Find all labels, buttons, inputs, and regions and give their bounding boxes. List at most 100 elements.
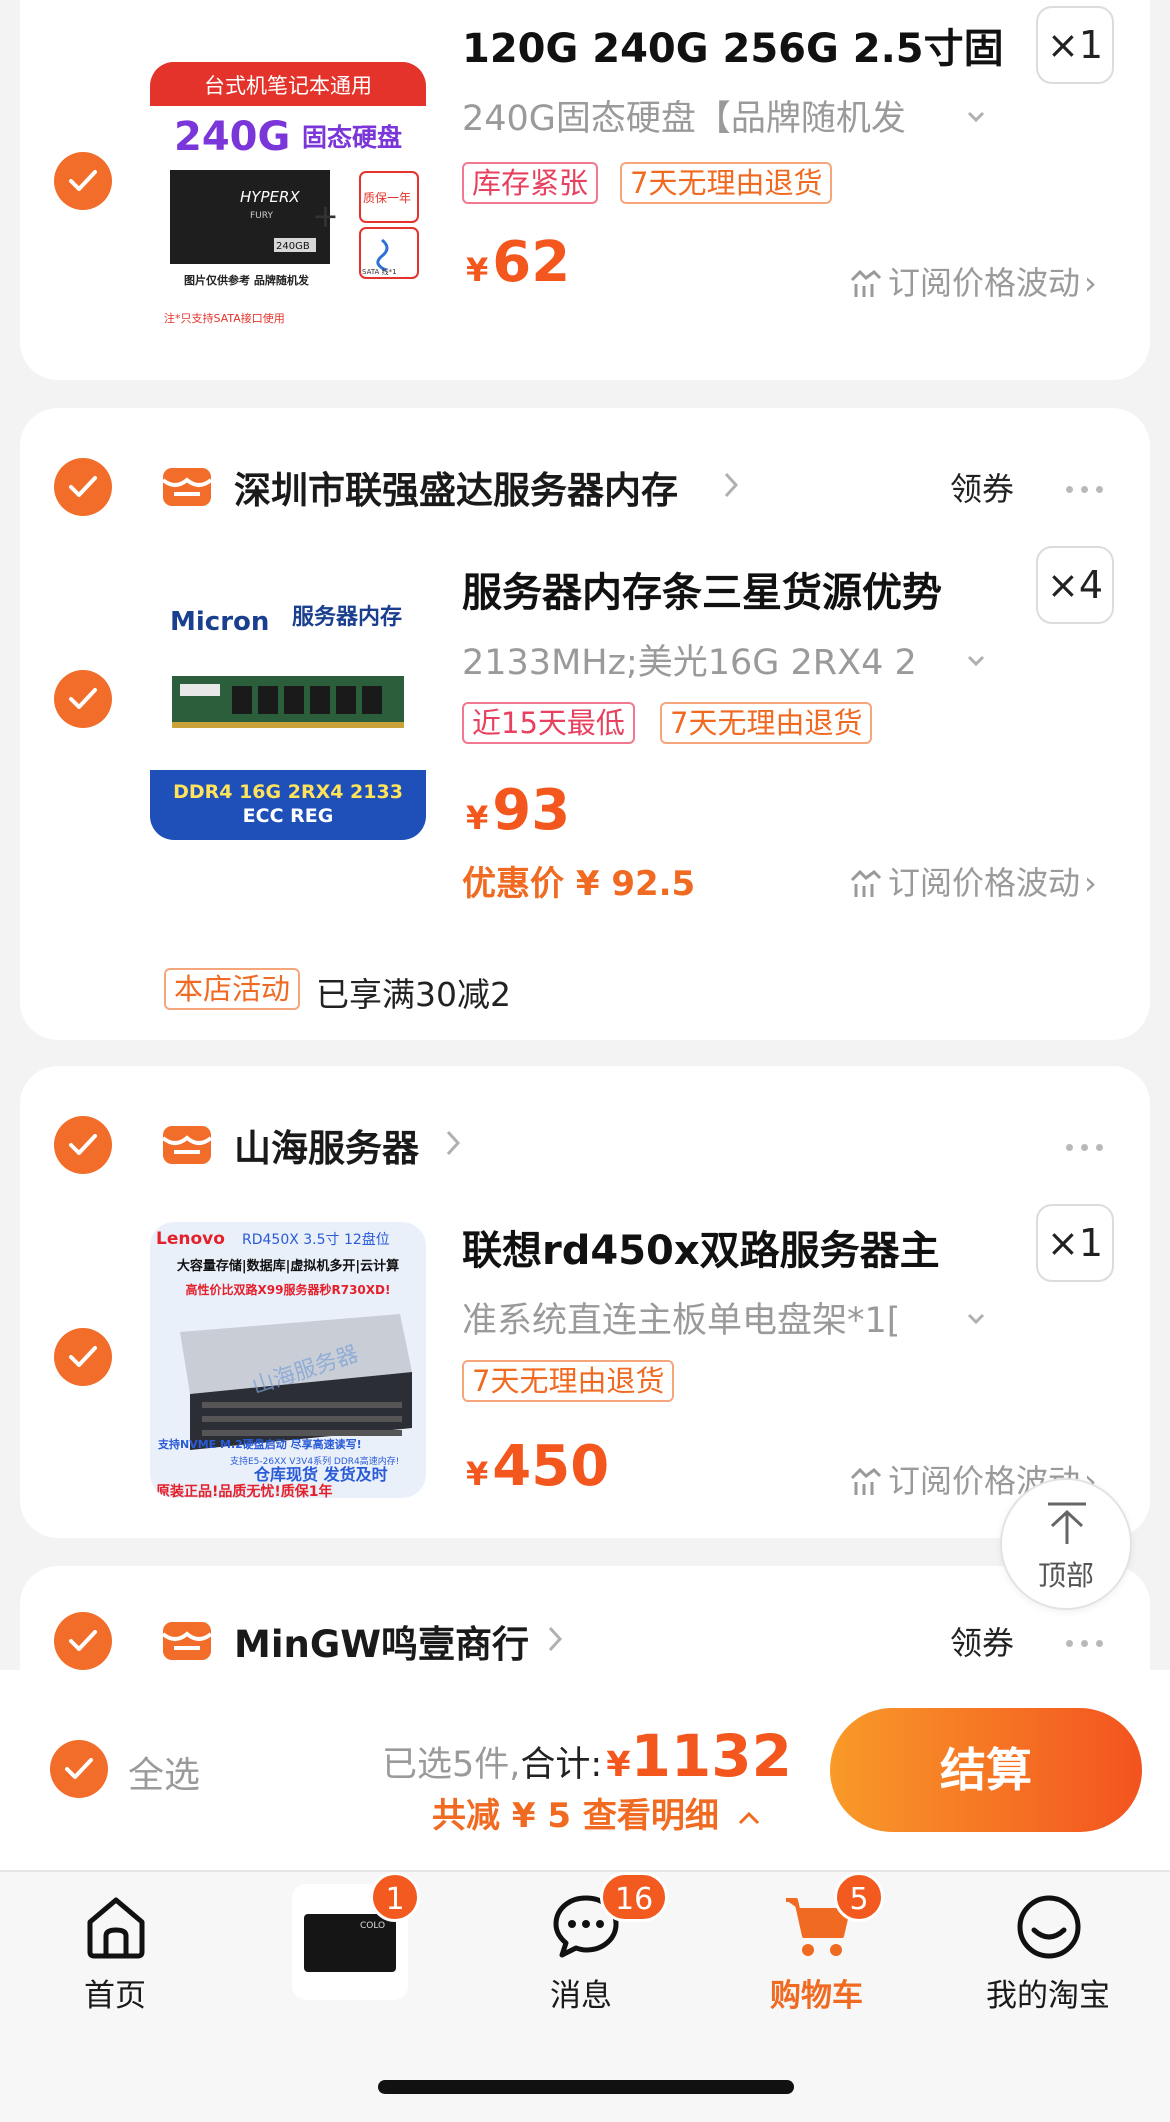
svg-text:ECC REG: ECC REG [243, 805, 334, 827]
svg-text:240G: 240G [174, 114, 290, 160]
product-title[interactable]: 120G 240G 256G 2.5寸固 [462, 16, 1022, 74]
chevron-right-icon[interactable] [546, 1624, 564, 1654]
tab-label: 消息 [550, 1978, 612, 2014]
shop-activity-tag: 本店活动 [164, 968, 301, 1010]
svg-text:FURY: FURY [250, 211, 273, 221]
chevron-down-icon[interactable] [966, 1312, 986, 1326]
svg-text:注*只支持SATA接口使用: 注*只支持SATA接口使用 [164, 311, 285, 325]
product-title[interactable]: 联想rd450x双路服务器主 [462, 1218, 1022, 1276]
svg-text:图片仅供参考 品牌随机发: 图片仅供参考 品牌随机发 [184, 273, 310, 287]
svg-text:大容量存储|数据库|虚拟机多开|云计算: 大容量存储|数据库|虚拟机多开|云计算 [177, 1258, 399, 1274]
messages-badge: 16 [600, 1872, 669, 1922]
shop-check-icon[interactable] [54, 1612, 112, 1670]
product-title[interactable]: 服务器内存条三星货源优势 [462, 560, 1022, 618]
product-image[interactable]: 台式机笔记本通用 240G 固态硬盘 HYPERX FURY 240GB + 质… [150, 62, 426, 338]
svg-text:质保一年: 质保一年 [363, 191, 411, 205]
tag-low-stock: 库存紧张 [462, 162, 599, 204]
chevron-down-icon[interactable] [966, 654, 986, 668]
shop-check-icon[interactable] [54, 458, 112, 516]
shop-name[interactable]: 深圳市联强盛达服务器内存 [234, 460, 678, 514]
svg-text:DDR4 16G 2RX4 2133: DDR4 16G 2RX4 2133 [173, 781, 403, 803]
home-icon [87, 1897, 145, 1959]
price-alert-link[interactable]: 订阅价格波动 › [850, 858, 1097, 904]
svg-text:Micron: Micron [170, 607, 269, 637]
svg-text:Lenovo: Lenovo [156, 1229, 225, 1249]
coupon-button[interactable]: 领券 [950, 1618, 1014, 1664]
svg-text:COLO: COLO [360, 1921, 385, 1931]
svg-text:服务器内存: 服务器内存 [292, 604, 402, 630]
product-price: ¥450 [466, 1434, 610, 1499]
shop-icon [161, 1126, 213, 1164]
home-indicator [378, 2080, 794, 2094]
smile-icon [1017, 1895, 1081, 1959]
svg-text:固态硬盘: 固态硬盘 [302, 123, 402, 152]
quantity-button[interactable]: ×1 [1036, 1204, 1114, 1282]
tab-my-taobao[interactable]: 我的淘宝 [980, 1892, 1120, 2014]
cart-item-card: 台式机笔记本通用 240G 固态硬盘 HYPERX FURY 240GB + 质… [20, 0, 1150, 380]
quantity-button[interactable]: ×1 [1036, 6, 1114, 84]
item-check-icon[interactable] [54, 1328, 112, 1386]
product-price: ¥62 [466, 230, 571, 295]
chevron-up-icon [738, 1811, 759, 1825]
tag-lowest-price: 近15天最低 [462, 702, 635, 744]
shop-name[interactable]: 山海服务器 [234, 1118, 419, 1172]
svg-text:支持NVME M.2硬盘启动 尽享高速读写!: 支持NVME M.2硬盘启动 尽享高速读写! [157, 1437, 362, 1451]
tag-return-policy: 7天无理由退货 [660, 702, 873, 744]
tab-label: 首页 [84, 1978, 146, 2014]
tab-label: 我的淘宝 [986, 1978, 1110, 2014]
total-price: 1132 [630, 1722, 793, 1790]
product-spec[interactable]: 准系统直连主板单电盘架*1[ [462, 1292, 982, 1343]
back-to-top-label: 顶部 [1037, 1559, 1094, 1592]
more-icon[interactable] [1066, 1632, 1111, 1651]
price-trend-icon [850, 869, 882, 897]
select-all-check-icon[interactable] [50, 1740, 108, 1798]
price-alert-link[interactable]: 订阅价格波动 › [850, 258, 1097, 304]
ssd-thumbnail: COLO [304, 1914, 396, 1972]
shop-card: 山海服务器 Lenovo RD450X 3.5寸 12盘位 大容量存储|数据库|… [20, 1066, 1150, 1538]
svg-text:240GB: 240GB [276, 241, 310, 252]
svg-text:SATA 线*1: SATA 线*1 [362, 267, 397, 276]
more-icon[interactable] [1066, 478, 1111, 497]
quantity-button[interactable]: ×4 [1036, 546, 1114, 624]
checkout-button[interactable]: 结算 [830, 1708, 1142, 1832]
product-image[interactable]: Micron 服务器内存 DDR4 16G 2RX4 2133 ECC REG [150, 564, 426, 840]
shop-icon [161, 468, 213, 506]
shop-name[interactable]: MinGW鸣壹商行 [234, 1614, 529, 1668]
more-icon[interactable] [1066, 1136, 1111, 1155]
promo-price: 优惠价 ¥ 92.5 [462, 864, 696, 904]
discount-detail-link[interactable]: 共减 ¥ 5 查看明细 [432, 1788, 761, 1837]
coupon-button[interactable]: 领券 [950, 464, 1014, 510]
svg-text:原装正品!品质无忧!质保1年: 原装正品!品质无忧!质保1年 [156, 1483, 333, 1498]
select-all-label[interactable]: 全选 [128, 1746, 200, 1798]
product-spec[interactable]: 240G固态硬盘【品牌随机发 [462, 90, 982, 141]
arrow-up-icon [1048, 1502, 1086, 1544]
price-trend-icon [850, 269, 882, 297]
image-banner-text: 台式机笔记本通用 [204, 74, 372, 98]
price-trend-icon [850, 1467, 882, 1495]
chevron-right-icon[interactable] [722, 470, 740, 500]
item-check-icon[interactable] [54, 152, 112, 210]
cart-badge: 5 [834, 1872, 884, 1922]
svg-text:仓库现货 发货及时: 仓库现货 发货及时 [253, 1465, 388, 1484]
shop-card: 深圳市联强盛达服务器内存 领券 Micron 服务器内存 DDR4 16G 2R… [20, 408, 1150, 1040]
recent-item-badge: 1 [370, 1872, 420, 1922]
item-check-icon[interactable] [54, 670, 112, 728]
svg-text:+: + [312, 197, 339, 235]
chevron-down-icon[interactable] [966, 110, 986, 124]
tab-home[interactable]: 首页 [60, 1892, 172, 2014]
selected-count: 已选5件,合计: ¥1132 [382, 1722, 793, 1790]
back-to-top-button[interactable]: 顶部 [1000, 1478, 1132, 1610]
svg-text:HYPERX: HYPERX [240, 188, 300, 206]
chevron-right-icon[interactable] [444, 1128, 462, 1158]
shop-icon [161, 1622, 213, 1660]
product-image[interactable]: Lenovo RD450X 3.5寸 12盘位 大容量存储|数据库|虚拟机多开|… [150, 1222, 426, 1498]
svg-text:高性价比双路X99服务器秒R730XD!: 高性价比双路X99服务器秒R730XD! [186, 1282, 391, 1297]
shop-activity-text[interactable]: 已享满30减2 [316, 968, 511, 1016]
tag-return-policy: 7天无理由退货 [462, 1360, 675, 1402]
product-price: ¥93 [466, 778, 571, 843]
product-spec[interactable]: 2133MHz;美光16G 2RX4 2 [462, 634, 982, 685]
tag-return-policy: 7天无理由退货 [620, 162, 833, 204]
shop-check-icon[interactable] [54, 1116, 112, 1174]
tab-label: 购物车 [770, 1978, 863, 2014]
svg-text:RD450X 3.5寸 12盘位: RD450X 3.5寸 12盘位 [242, 1231, 390, 1248]
